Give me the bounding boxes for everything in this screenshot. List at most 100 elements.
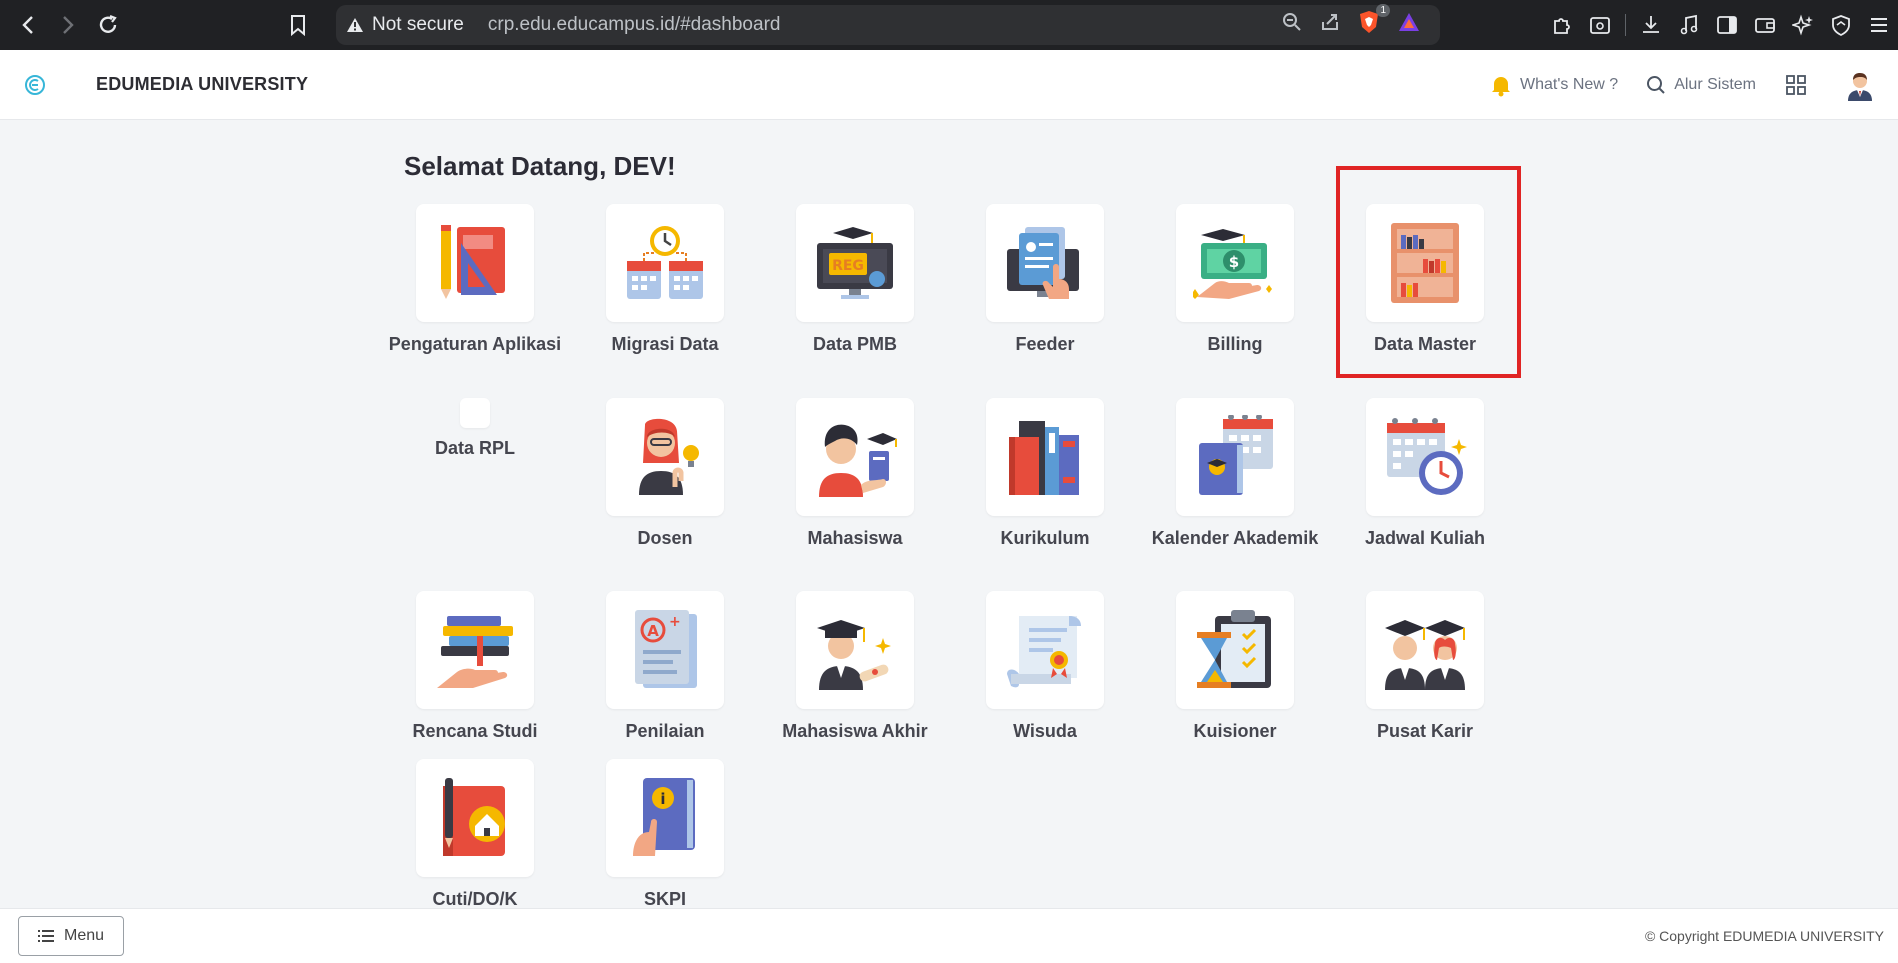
tile-icon-box[interactable] bbox=[606, 398, 724, 516]
toolbar-separator bbox=[1625, 14, 1626, 36]
svg-text:+: + bbox=[669, 614, 681, 630]
reload-button[interactable] bbox=[88, 5, 128, 45]
tile-kurikulum[interactable]: Kurikulum bbox=[950, 398, 1140, 551]
address-bar[interactable]: Not secure crp.edu.educampus.id/#dashboa… bbox=[336, 4, 1440, 45]
tile-label: Mahasiswa bbox=[807, 528, 903, 548]
tile-icon-box[interactable]: i bbox=[606, 759, 724, 877]
brave-shields-icon[interactable]: 1 bbox=[1358, 4, 1390, 40]
brand-logo-icon[interactable] bbox=[24, 74, 46, 96]
tile-icon-box[interactable] bbox=[1366, 398, 1484, 516]
brave-badge: 1 bbox=[1376, 4, 1390, 17]
tile-icon-box[interactable] bbox=[796, 398, 914, 516]
tile-icon-box[interactable] bbox=[1176, 591, 1294, 709]
brave-rewards-icon[interactable] bbox=[1398, 12, 1420, 38]
download-icon[interactable] bbox=[1638, 12, 1664, 38]
tile-jadwal-kuliah[interactable]: Jadwal Kuliah bbox=[1330, 398, 1520, 551]
graduate-diploma-icon bbox=[817, 620, 891, 690]
tile-icon-box[interactable] bbox=[986, 591, 1104, 709]
app-header: EDUMEDIA UNIVERSITY What's New ? Alur Si… bbox=[0, 50, 1898, 120]
tile-rencana-studi[interactable]: Rencana Studi bbox=[380, 591, 570, 744]
tile-icon-box[interactable] bbox=[796, 591, 914, 709]
tile-icon-box[interactable] bbox=[1176, 398, 1294, 516]
brand-name[interactable]: EDUMEDIA UNIVERSITY bbox=[96, 74, 308, 95]
certificate-scroll-icon bbox=[1007, 616, 1081, 688]
tile-icon-box[interactable] bbox=[606, 204, 724, 322]
browser-toolbar: Not secure crp.edu.educampus.id/#dashboa… bbox=[0, 0, 1898, 50]
wallet-icon[interactable] bbox=[1752, 12, 1778, 38]
whats-new-link[interactable]: What's New ? bbox=[1490, 73, 1618, 97]
extensions-icon[interactable] bbox=[1549, 12, 1575, 38]
forward-button[interactable] bbox=[48, 5, 88, 45]
tile-data-pmb[interactable]: REG Data PMB bbox=[760, 204, 950, 357]
user-avatar[interactable] bbox=[1844, 69, 1876, 101]
svg-text:REG: REG bbox=[832, 258, 864, 274]
tile-pengaturan-aplikasi[interactable]: Pengaturan Aplikasi bbox=[380, 204, 570, 357]
vpn-shield-icon[interactable] bbox=[1828, 12, 1854, 38]
tile-icon-box[interactable] bbox=[1366, 591, 1484, 709]
share-icon[interactable] bbox=[1320, 12, 1340, 38]
tile-label: Kuisioner bbox=[1193, 721, 1277, 741]
tile-label: Pusat Karir bbox=[1376, 721, 1474, 741]
menu-button[interactable]: Menu bbox=[18, 916, 124, 956]
apps-grid-icon[interactable] bbox=[1786, 74, 1806, 95]
tile-icon-box[interactable] bbox=[986, 398, 1104, 516]
money-hand-icon: $ bbox=[1193, 229, 1272, 299]
back-button[interactable] bbox=[8, 5, 48, 45]
security-label: Not secure bbox=[372, 14, 464, 35]
list-icon bbox=[37, 930, 54, 942]
tile-label: Data PMB bbox=[812, 334, 897, 354]
tile-mahasiswa-akhir[interactable]: Mahasiswa Akhir bbox=[760, 591, 950, 744]
whats-new-label: What's New ? bbox=[1520, 75, 1619, 93]
alur-sistem-link[interactable]: Alur Sistem bbox=[1646, 75, 1756, 95]
lecturer-icon bbox=[639, 418, 699, 495]
bell-icon bbox=[1492, 76, 1510, 96]
url-text[interactable]: crp.edu.educampus.id/#dashboard bbox=[488, 14, 781, 36]
zoom-icon[interactable] bbox=[1282, 12, 1302, 38]
browser-menu-icon[interactable] bbox=[1866, 12, 1892, 38]
tile-kalender-akademik[interactable]: Kalender Akademik bbox=[1140, 398, 1330, 551]
tile-icon-box[interactable] bbox=[460, 398, 490, 428]
tile-icon-box[interactable] bbox=[986, 204, 1104, 322]
tile-data-rpl[interactable]: Data RPL bbox=[380, 398, 570, 461]
svg-text:$: $ bbox=[1229, 253, 1239, 271]
svg-text:i: i bbox=[660, 790, 665, 808]
info-book-icon: i bbox=[633, 778, 695, 856]
tile-mahasiswa[interactable]: Mahasiswa bbox=[760, 398, 950, 551]
calendar-clock-icon bbox=[627, 226, 703, 299]
tile-pusat-karir[interactable]: Pusat Karir bbox=[1330, 591, 1520, 744]
tile-icon-box[interactable]: A + bbox=[606, 591, 724, 709]
sidebar-icon[interactable] bbox=[1714, 12, 1740, 38]
tile-wisuda[interactable]: Wisuda bbox=[950, 591, 1140, 744]
stationery-icon bbox=[441, 225, 505, 299]
tile-label: Dosen bbox=[637, 528, 693, 548]
books-icon bbox=[1009, 421, 1079, 495]
tile-dosen[interactable]: Dosen bbox=[570, 398, 760, 551]
tile-billing[interactable]: $ Billing bbox=[1140, 204, 1330, 357]
tile-migrasi-data[interactable]: Migrasi Data bbox=[570, 204, 760, 357]
menu-button-label: Menu bbox=[63, 927, 105, 944]
bookmark-icon[interactable] bbox=[278, 5, 318, 45]
tile-kuisioner[interactable]: Kuisioner bbox=[1140, 591, 1330, 744]
book-stack-hand-icon bbox=[437, 616, 513, 688]
tile-icon-box[interactable] bbox=[416, 759, 534, 877]
tile-label: Pengaturan Aplikasi bbox=[388, 334, 562, 354]
tile-label: Penilaian bbox=[625, 721, 705, 741]
tile-cuti-do-k[interactable]: Cuti/DO/K bbox=[380, 759, 570, 912]
grade-paper-icon: A + bbox=[635, 610, 697, 688]
tile-penilaian[interactable]: A + Penilaian bbox=[570, 591, 760, 744]
leo-ai-icon[interactable] bbox=[1790, 12, 1816, 38]
security-indicator[interactable]: Not secure bbox=[346, 14, 464, 36]
tile-icon-box[interactable]: REG bbox=[796, 204, 914, 322]
tile-label: Rencana Studi bbox=[412, 721, 538, 741]
tile-skpi[interactable]: i SKPI bbox=[570, 759, 760, 912]
tile-feeder[interactable]: Feeder bbox=[950, 204, 1140, 357]
student-icon bbox=[819, 424, 897, 497]
copyright-text: © Copyright EDUMEDIA UNIVERSITY bbox=[1644, 928, 1884, 944]
tile-icon-box[interactable] bbox=[416, 204, 534, 322]
tile-icon-box[interactable] bbox=[416, 591, 534, 709]
page-search-icon[interactable] bbox=[1587, 12, 1613, 38]
media-icon[interactable] bbox=[1676, 12, 1702, 38]
tile-icon-box[interactable]: $ bbox=[1176, 204, 1294, 322]
graduates-icon bbox=[1385, 620, 1465, 690]
tile-label: Data RPL bbox=[434, 438, 515, 458]
